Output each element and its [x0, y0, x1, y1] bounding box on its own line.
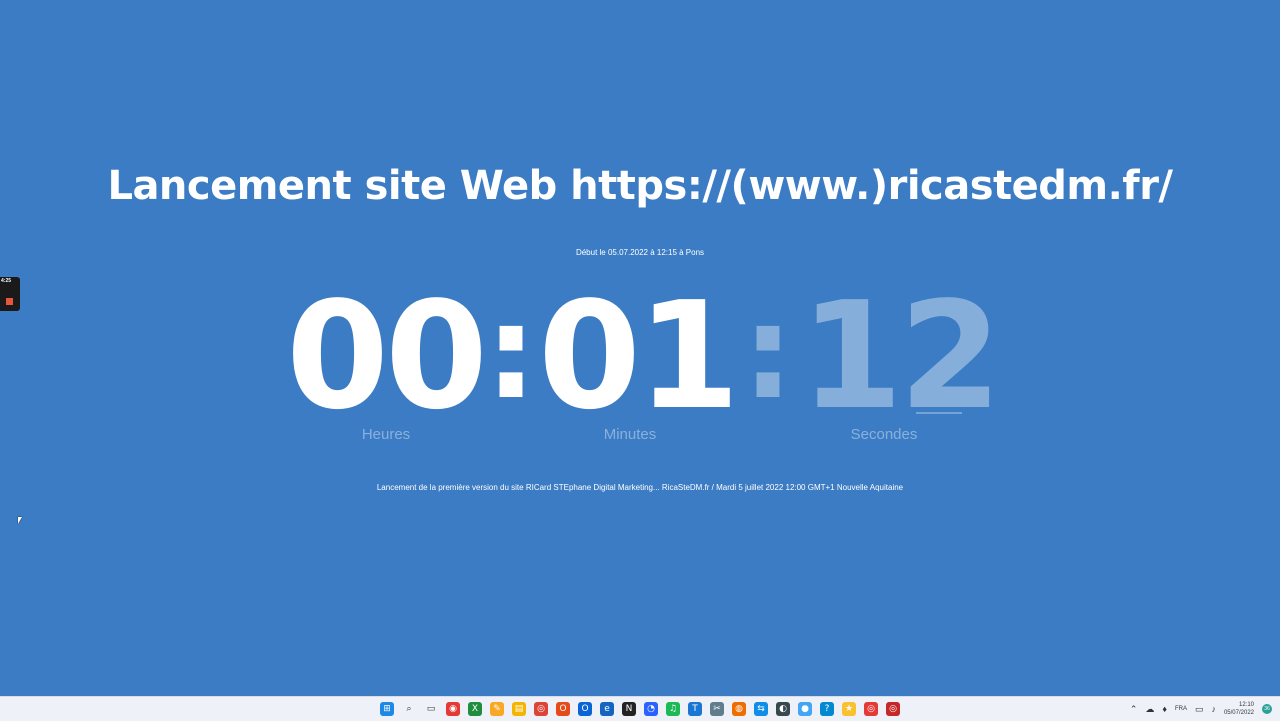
clock[interactable]: 12:10 05/07/2022: [1224, 701, 1254, 717]
red-app-icon[interactable]: ◉: [446, 702, 460, 716]
stop-recording-icon[interactable]: [6, 298, 13, 305]
countdown: 00 : 01 : 12 Heures Minutes Secondes: [280, 276, 1002, 443]
spotify-icon[interactable]: ♫: [666, 702, 680, 716]
snipping-icon[interactable]: ✂: [710, 702, 724, 716]
separator-hours-minutes: :: [485, 276, 537, 428]
seconds-label: Secondes: [850, 426, 918, 443]
start-info: Début le 05.07.2022 à 12:15 à Pons: [575, 248, 705, 257]
recorder-elapsed: 4:25: [1, 278, 12, 284]
notes-app-icon[interactable]: ✎: [490, 702, 504, 716]
chrome-profile-icon[interactable]: ◎: [864, 702, 878, 716]
chat-app-icon[interactable]: ◔: [644, 702, 658, 716]
help-icon[interactable]: ?: [820, 702, 834, 716]
app-yellow-icon[interactable]: ★: [842, 702, 856, 716]
network-icon[interactable]: ▭: [1195, 704, 1204, 715]
chrome-profile-2-icon[interactable]: ◎: [886, 702, 900, 716]
screen-recorder-widget[interactable]: 4:25: [0, 277, 20, 311]
edge-icon[interactable]: e: [600, 702, 614, 716]
hours-value: 00: [286, 270, 488, 442]
notion-icon[interactable]: N: [622, 702, 636, 716]
taskbar-apps: ⊞ ⌕ ▭ ◉ X ✎ ▤ ◎ O Oe N ◔ ♫ T ✂ ◍ ⇆ ◐ ●? ★ ◎ ◎: [380, 702, 900, 716]
cloud-icon[interactable]: ☁: [1145, 704, 1154, 715]
minutes-value: 01: [538, 270, 740, 442]
notification-badge[interactable]: 36: [1262, 704, 1272, 714]
firefox-icon[interactable]: ◍: [732, 702, 746, 716]
task-view-icon[interactable]: ▭: [424, 702, 438, 716]
mouse-cursor-icon: [18, 517, 22, 524]
separator-minutes-seconds: :: [742, 276, 794, 428]
seconds-underline: [916, 412, 962, 414]
office-icon[interactable]: O: [556, 702, 570, 716]
minutes-label: Minutes: [603, 426, 657, 443]
microphone-icon[interactable]: ♦: [1162, 704, 1167, 714]
file-explorer-icon[interactable]: ▤: [512, 702, 526, 716]
language-indicator[interactable]: FRA: [1175, 706, 1187, 712]
page-title: Lancement site Web https://(www.)ricaste…: [107, 163, 1173, 209]
excel-icon[interactable]: X: [468, 702, 482, 716]
hours-label: Heures: [361, 426, 411, 443]
outlook-icon[interactable]: O: [578, 702, 592, 716]
search-icon[interactable]: ⌕: [402, 702, 416, 716]
app-blue-icon[interactable]: ●: [798, 702, 812, 716]
app-dark-icon[interactable]: ◐: [776, 702, 790, 716]
system-tray: ⌃ ☁ ♦ FRA ▭ ♪ 12:10 05/07/2022 36: [1130, 700, 1272, 718]
footer-description: Lancement de la première version du site…: [376, 483, 904, 492]
chrome-icon[interactable]: ◎: [534, 702, 548, 716]
taskbar: ⊞ ⌕ ▭ ◉ X ✎ ▤ ◎ O Oe N ◔ ♫ T ✂ ◍ ⇆ ◐ ●? ★ ◎ ◎ ⌃ ☁ ♦ FRA ▭ ♪ 1…: [0, 696, 1280, 721]
start-icon[interactable]: ⊞: [380, 702, 394, 716]
seconds-value: 12: [800, 270, 1002, 442]
clock-date: 05/07/2022: [1223, 710, 1254, 716]
teams-icon[interactable]: T: [688, 702, 702, 716]
teamviewer-icon[interactable]: ⇆: [754, 702, 768, 716]
clock-time: 12:10: [1238, 702, 1254, 708]
volume-icon[interactable]: ♪: [1211, 704, 1216, 714]
chevron-up-icon[interactable]: ⌃: [1130, 704, 1138, 715]
